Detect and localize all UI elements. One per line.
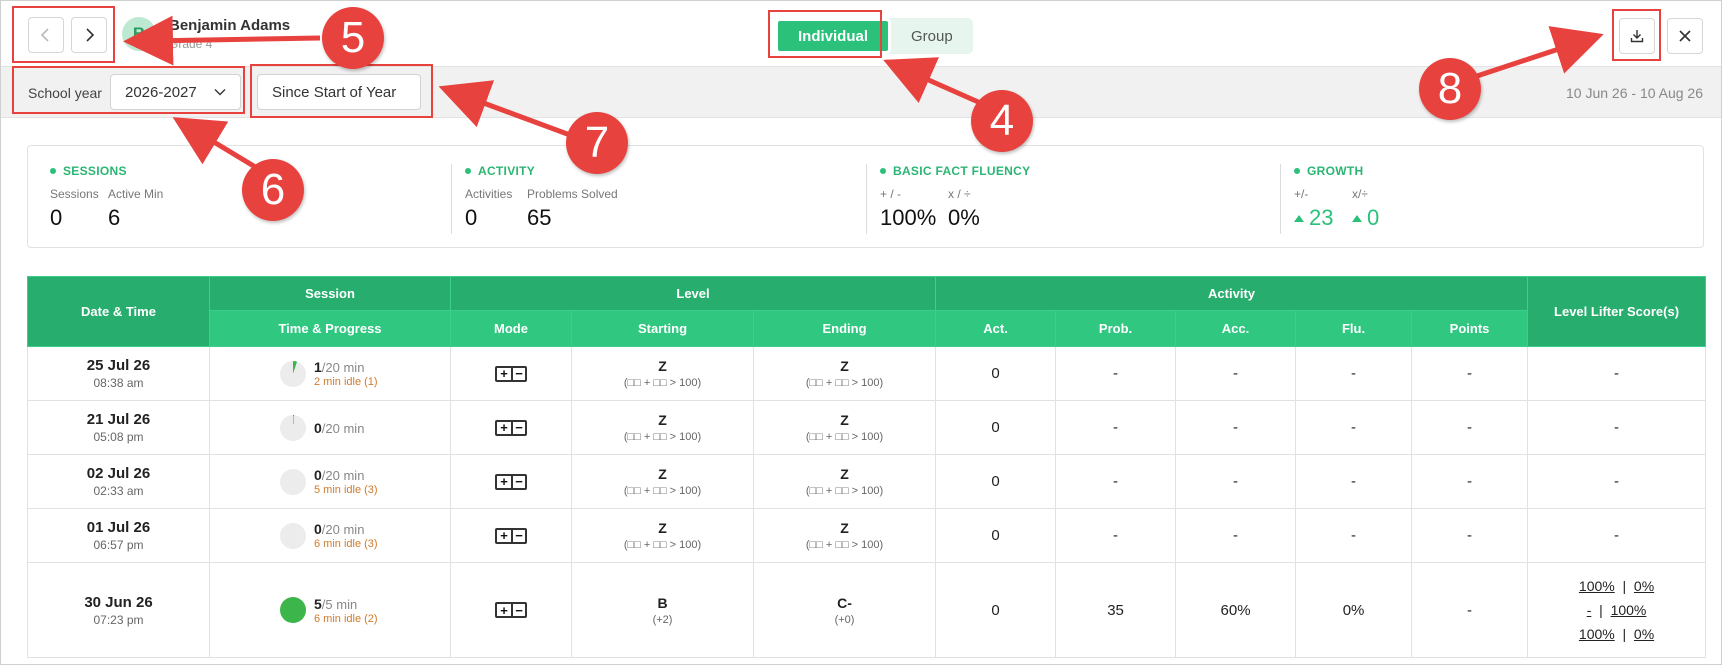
arrow-4 — [883, 57, 987, 108]
arrow-5 — [123, 15, 321, 66]
annotation-number-6: 6 — [242, 159, 304, 221]
arrow-8 — [1464, 26, 1604, 83]
annotation-number-4: 4 — [971, 90, 1033, 152]
annotation-number-5: 5 — [322, 7, 384, 69]
annotation-number-8: 8 — [1419, 58, 1481, 120]
annotation-number-7: 7 — [566, 112, 628, 174]
arrow-6 — [172, 117, 259, 171]
arrow-7 — [438, 80, 571, 138]
